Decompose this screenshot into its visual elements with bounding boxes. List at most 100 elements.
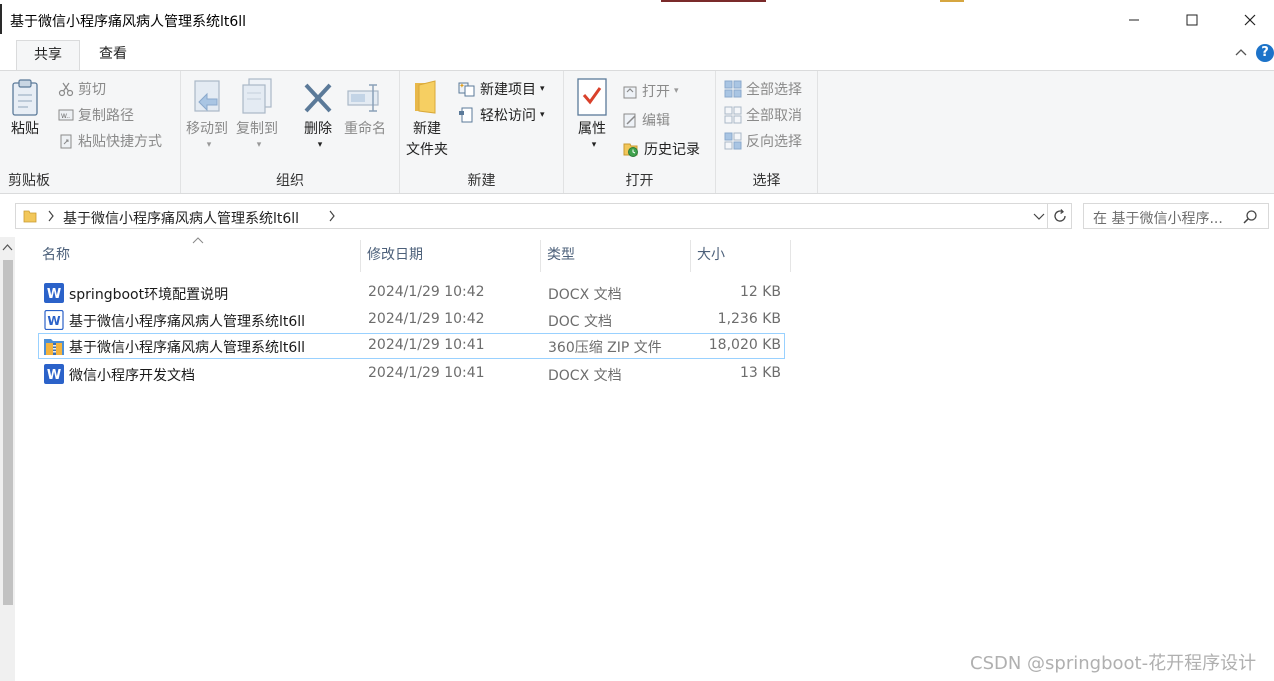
new-item-label: 新建项目	[480, 82, 536, 98]
file-type: 360压缩 ZIP 文件	[548, 340, 662, 356]
column-header-type[interactable]: 类型	[541, 240, 691, 272]
easy-access-icon	[459, 107, 473, 123]
scroll-up-icon[interactable]	[2, 243, 13, 253]
tab-share[interactable]: 共享	[16, 40, 80, 71]
move-to-icon	[194, 80, 220, 112]
column-header-modified[interactable]: 修改日期	[361, 240, 541, 272]
window-title: 基于微信小程序痛风病人管理系统lt6ll	[10, 14, 247, 30]
address-row: 基于微信小程序痛风病人管理系统lt6ll 在 基于微信小程序...	[0, 195, 1274, 237]
new-item-button[interactable]: ✦ 新建项目 ▾	[458, 77, 545, 101]
collapse-ribbon-icon[interactable]	[1234, 46, 1248, 58]
invert-selection-icon	[724, 132, 742, 150]
close-button[interactable]	[1221, 0, 1274, 40]
breadcrumb[interactable]: 基于微信小程序痛风病人管理系统lt6ll	[63, 208, 299, 228]
file-row[interactable]: W 基于微信小程序痛风病人管理系统lt6ll 2024/1/29 10:42 D…	[38, 307, 785, 333]
column-header-name[interactable]: 名称	[36, 240, 361, 272]
minimize-icon	[1129, 19, 1139, 21]
paste-button[interactable]: 粘贴	[8, 77, 42, 140]
file-row-selected[interactable]: 基于微信小程序痛风病人管理系统lt6ll 2024/1/29 10:41 360…	[38, 333, 785, 359]
folder-icon	[415, 80, 436, 114]
new-folder-button[interactable]: 新建 文件夹	[406, 77, 448, 161]
scissors-icon	[58, 82, 74, 97]
history-icon	[623, 143, 638, 157]
taskbar-strip	[661, 0, 766, 2]
chevron-right-icon[interactable]	[46, 209, 56, 223]
new-folder-label: 新建 文件夹	[406, 121, 448, 158]
file-name: 微信小程序开发文档	[69, 368, 195, 384]
file-name: springboot环境配置说明	[69, 287, 229, 303]
file-modified: 2024/1/29 10:42	[368, 284, 485, 300]
open-label: 打开	[642, 84, 670, 100]
paste-label: 粘贴	[11, 121, 39, 137]
copy-path-icon: W..	[58, 109, 74, 121]
search-icon	[1243, 210, 1257, 224]
easy-access-button[interactable]: 轻松访问 ▾	[458, 103, 545, 127]
file-row[interactable]: W 微信小程序开发文档 2024/1/29 10:41 DOCX 文档 13 K…	[38, 361, 785, 387]
paste-shortcut-button[interactable]: 粘贴快捷方式	[58, 129, 162, 153]
rename-button[interactable]: 重命名	[344, 77, 386, 140]
invert-selection-label: 反向选择	[746, 134, 802, 150]
paste-icon	[12, 79, 38, 116]
refresh-button[interactable]	[1048, 203, 1072, 229]
select-none-button[interactable]: 全部取消	[724, 103, 802, 127]
new-group-label: 新建	[467, 173, 496, 189]
chevron-right-icon[interactable]	[327, 209, 337, 223]
organize-group: 移动到 ▾ 复制到 ▾ 删除 ▾ 重命名 组织	[181, 71, 400, 193]
move-to-label: 移动到	[186, 121, 228, 137]
history-button[interactable]: 历史记录	[622, 137, 700, 161]
file-modified: 2024/1/29 10:41	[368, 365, 485, 381]
ribbon-tabs: 共享 查看 ?	[0, 40, 1274, 71]
file-size: 1,236 KB	[717, 311, 781, 327]
maximize-button[interactable]	[1163, 0, 1221, 40]
search-input[interactable]: 在 基于微信小程序...	[1083, 203, 1269, 229]
select-all-button[interactable]: 全部选择	[724, 77, 802, 101]
select-group-label: 选择	[752, 173, 781, 189]
new-group: 新建 文件夹 ✦ 新建项目 ▾ 轻松访问 ▾ 新建	[400, 71, 564, 193]
nav-pane-scrollbar[interactable]	[0, 237, 15, 681]
svg-text:W: W	[47, 368, 61, 383]
chevron-down-icon: ▾	[540, 84, 545, 94]
column-header-size[interactable]: 大小	[691, 240, 791, 272]
cut-button[interactable]: 剪切	[58, 77, 106, 101]
clipboard-group-label: 剪贴板	[8, 173, 50, 189]
file-size: 13 KB	[739, 365, 781, 381]
cut-label: 剪切	[78, 82, 106, 98]
scrollbar-thumb[interactable]	[3, 260, 13, 605]
word-icon: W	[44, 364, 64, 384]
edit-label: 编辑	[642, 113, 670, 129]
select-none-label: 全部取消	[746, 108, 802, 124]
refresh-icon	[1053, 209, 1066, 222]
select-group: 全部选择 全部取消 反向选择 选择	[716, 71, 818, 193]
delete-button[interactable]: 删除 ▾	[300, 77, 336, 150]
select-all-label: 全部选择	[746, 82, 802, 98]
copy-to-button[interactable]: 复制到 ▾	[236, 77, 278, 150]
close-icon	[1244, 14, 1256, 26]
select-none-icon	[724, 106, 742, 124]
help-icon[interactable]: ?	[1256, 44, 1274, 62]
window-edge	[0, 4, 2, 34]
edit-button[interactable]: 编辑	[622, 108, 670, 132]
minimize-button[interactable]	[1105, 0, 1163, 40]
open-button[interactable]: 打开 ▾	[622, 79, 679, 103]
edit-icon	[623, 113, 636, 128]
clipboard-group: 粘贴 剪切 W.. 复制路径 粘贴快捷方式 剪贴板	[0, 71, 181, 193]
copy-to-icon	[242, 78, 272, 114]
move-to-button[interactable]: 移动到 ▾	[186, 77, 228, 150]
tab-view[interactable]: 查看	[86, 40, 140, 71]
paste-shortcut-label: 粘贴快捷方式	[78, 134, 162, 150]
folder-icon	[23, 210, 37, 223]
file-type: DOC 文档	[548, 314, 613, 330]
ribbon: 粘贴 剪切 W.. 复制路径 粘贴快捷方式 剪贴板 移动到 ▾ 复制到 ▾ 删除…	[0, 70, 1274, 194]
file-row[interactable]: W springboot环境配置说明 2024/1/29 10:42 DOCX …	[38, 280, 785, 306]
address-bar[interactable]: 基于微信小程序痛风病人管理系统lt6ll	[15, 203, 1048, 229]
copy-path-button[interactable]: W.. 复制路径	[58, 103, 134, 127]
invert-selection-button[interactable]: 反向选择	[724, 129, 802, 153]
search-placeholder: 在 基于微信小程序...	[1093, 211, 1223, 227]
chevron-down-icon[interactable]	[1032, 209, 1046, 223]
file-name: 基于微信小程序痛风病人管理系统lt6ll	[69, 340, 306, 356]
maximize-icon	[1186, 14, 1198, 26]
svg-text:W: W	[47, 287, 61, 302]
properties-button[interactable]: 属性 ▾	[575, 77, 609, 150]
svg-text:✦: ✦	[459, 82, 465, 90]
file-name: 基于微信小程序痛风病人管理系统lt6ll	[69, 314, 306, 330]
